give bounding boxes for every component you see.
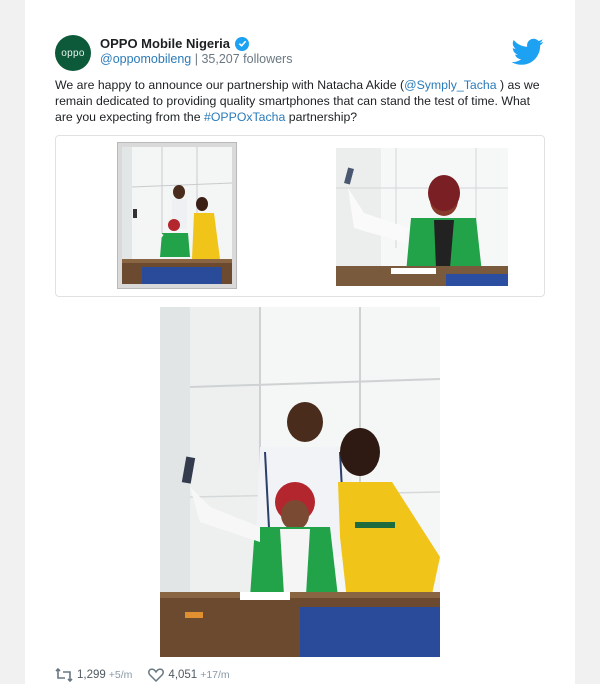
tweet-card: oppo OPPO Mobile Nigeria @oppomobileng |… xyxy=(25,0,575,684)
heart-icon xyxy=(148,668,165,682)
like-delta: +17/m xyxy=(200,669,230,681)
media-thumbnail-1[interactable] xyxy=(117,142,237,289)
twitter-bird-icon[interactable] xyxy=(512,38,544,66)
avatar-text: oppo xyxy=(61,47,85,59)
mention-link[interactable]: @Symply_Tacha xyxy=(404,78,496,92)
solo-selfie-photo xyxy=(336,148,508,286)
tweet-text: We are happy to announce our partnership… xyxy=(55,77,545,125)
hashtag-link[interactable]: #OPPOxTacha xyxy=(204,110,285,124)
account-name[interactable]: OPPO Mobile Nigeria xyxy=(100,36,230,51)
account-name-row: OPPO Mobile Nigeria xyxy=(100,36,250,51)
tweet-text-part1: We are happy to announce our partnership… xyxy=(55,78,405,92)
like-action[interactable]: 4,051 +17/m xyxy=(148,668,230,682)
retweet-delta: +5/m xyxy=(108,669,133,681)
retweet-icon xyxy=(55,668,73,682)
retweet-action[interactable]: 1,299 +5/m xyxy=(55,668,132,682)
media-thumbnail-2[interactable] xyxy=(336,148,508,286)
account-handle[interactable]: @oppomobileng xyxy=(100,52,191,66)
main-photo[interactable] xyxy=(160,307,440,657)
account-meta: @oppomobileng | 35,207 followers xyxy=(100,52,292,66)
avatar[interactable]: oppo xyxy=(55,35,91,71)
like-count: 4,051 xyxy=(168,669,198,681)
retweet-count: 1,299 xyxy=(77,669,106,681)
verified-badge-icon xyxy=(235,36,250,51)
tweet-text-part3: partnership? xyxy=(285,110,358,124)
media-gallery xyxy=(55,135,545,297)
tweet-actions: 1,299 +5/m 4,051 +17/m xyxy=(55,668,246,682)
main-group-selfie-photo xyxy=(160,307,440,657)
meta-separator: | xyxy=(191,52,202,66)
group-selfie-photo xyxy=(122,147,232,284)
followers-count: 35,207 followers xyxy=(201,52,293,66)
